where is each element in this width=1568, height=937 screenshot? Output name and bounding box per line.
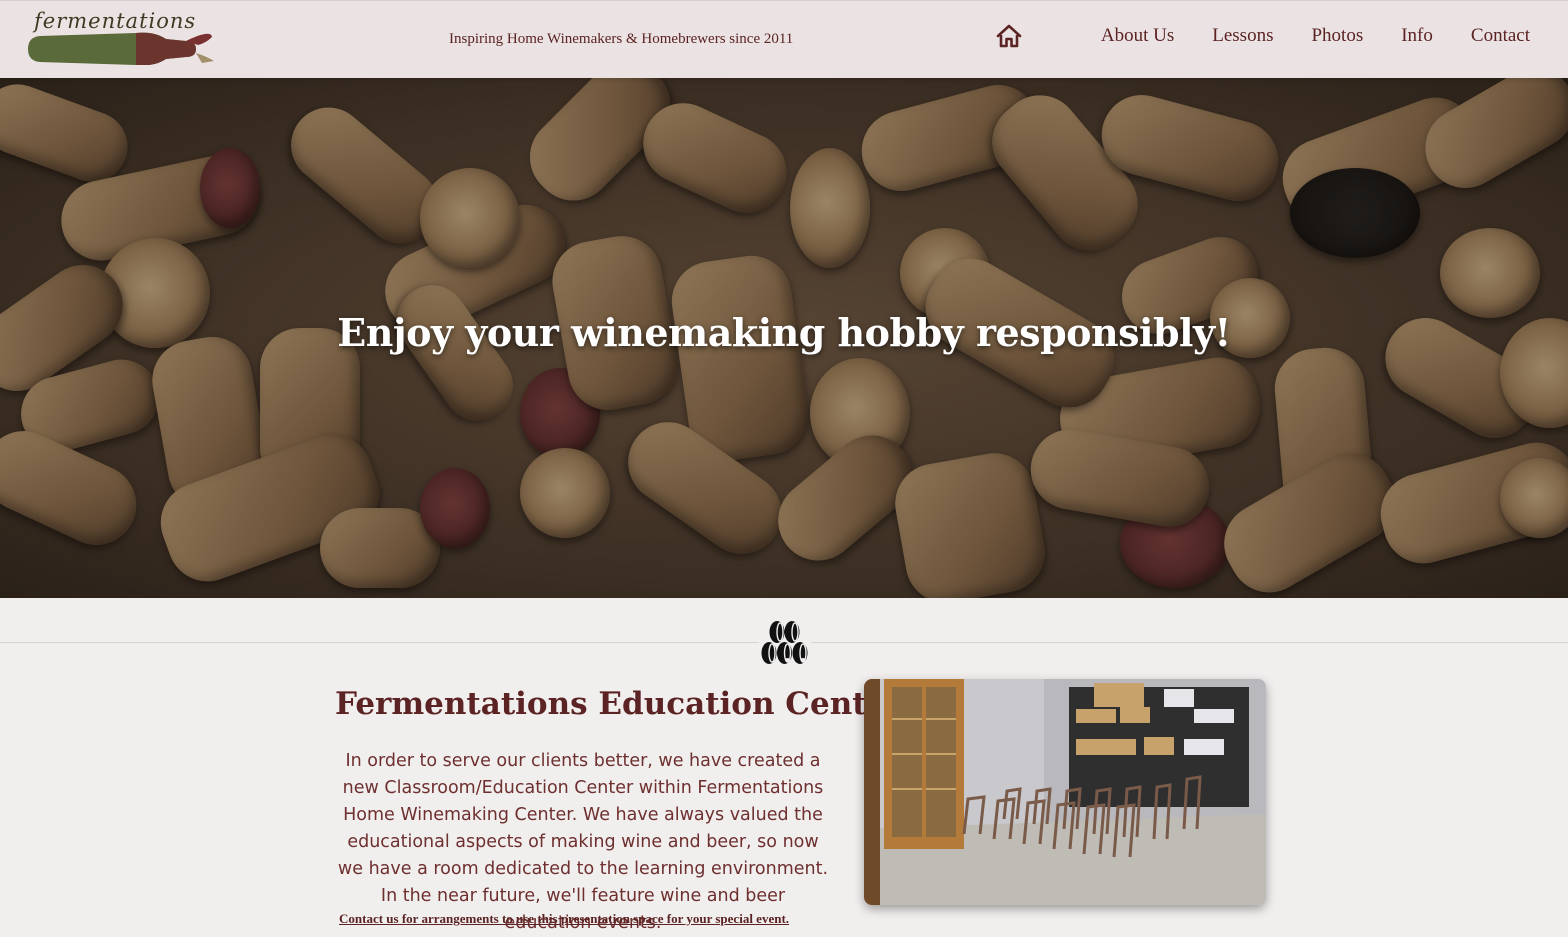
home-icon[interactable] bbox=[995, 23, 1023, 49]
logo-wordmark: fermentations bbox=[34, 9, 197, 33]
hero-title: Enjoy your winemaking hobby responsibly! bbox=[337, 310, 1231, 355]
section-title: Fermentations Education Center bbox=[335, 686, 903, 722]
hero-banner: Enjoy your winemaking hobby responsibly! bbox=[0, 78, 1568, 598]
section-description: In order to serve our clients better, we… bbox=[337, 751, 829, 933]
classroom-photo bbox=[864, 679, 1266, 905]
nav-lessons[interactable]: Lessons bbox=[1212, 25, 1273, 47]
nav-about-us[interactable]: About Us bbox=[1101, 25, 1174, 47]
main-nav: About Us Lessons Photos Info Contact bbox=[995, 23, 1530, 49]
site-tagline: Inspiring Home Winemakers & Homebrewers … bbox=[449, 31, 794, 47]
nav-contact[interactable]: Contact bbox=[1471, 25, 1530, 47]
site-header: fermentations Inspiring Home Winemakers … bbox=[0, 0, 1568, 78]
contact-arrangements-link[interactable]: Contact us for arrangements to use this … bbox=[339, 911, 809, 926]
barrels-icon bbox=[759, 620, 811, 666]
nav-info[interactable]: Info bbox=[1401, 25, 1433, 47]
site-logo[interactable]: fermentations bbox=[26, 9, 216, 66]
nav-photos[interactable]: Photos bbox=[1311, 25, 1363, 47]
